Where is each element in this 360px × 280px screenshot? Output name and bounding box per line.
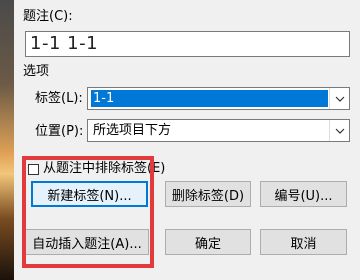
exclude-label-text: 从题注中排除标签(E)	[43, 161, 166, 176]
new-label-button[interactable]: 新建标签(N)...	[31, 181, 148, 207]
position-select[interactable]: 所选项目下方	[87, 119, 350, 142]
ok-button[interactable]: 确定	[165, 229, 251, 255]
auto-caption-button[interactable]: 自动插入题注(A)...	[25, 229, 149, 255]
caption-label: 题注(C):	[23, 9, 73, 24]
cancel-button[interactable]: 取消	[260, 229, 347, 255]
delete-label-button[interactable]: 删除标签(D)	[165, 181, 251, 207]
options-group-label: 选项	[23, 64, 50, 79]
background-photo	[0, 0, 14, 280]
numbering-button[interactable]: 编号(U)...	[260, 181, 347, 207]
position-select-value: 所选项目下方	[93, 123, 172, 138]
caption-dialog: 题注(C): 1-1 1-1 选项 标签(L): 1-1 位置(P): 所选项目…	[14, 0, 360, 280]
caption-text-field[interactable]: 1-1 1-1	[25, 31, 350, 57]
exclude-label-checkbox[interactable]	[28, 164, 39, 175]
label-field-label: 标签(L):	[35, 91, 83, 106]
chevron-down-icon[interactable]	[329, 88, 349, 109]
label-select-value: 1-1	[91, 90, 328, 107]
label-select[interactable]: 1-1	[87, 87, 350, 110]
position-field-label: 位置(P):	[35, 124, 84, 139]
chevron-down-icon[interactable]	[329, 120, 349, 141]
